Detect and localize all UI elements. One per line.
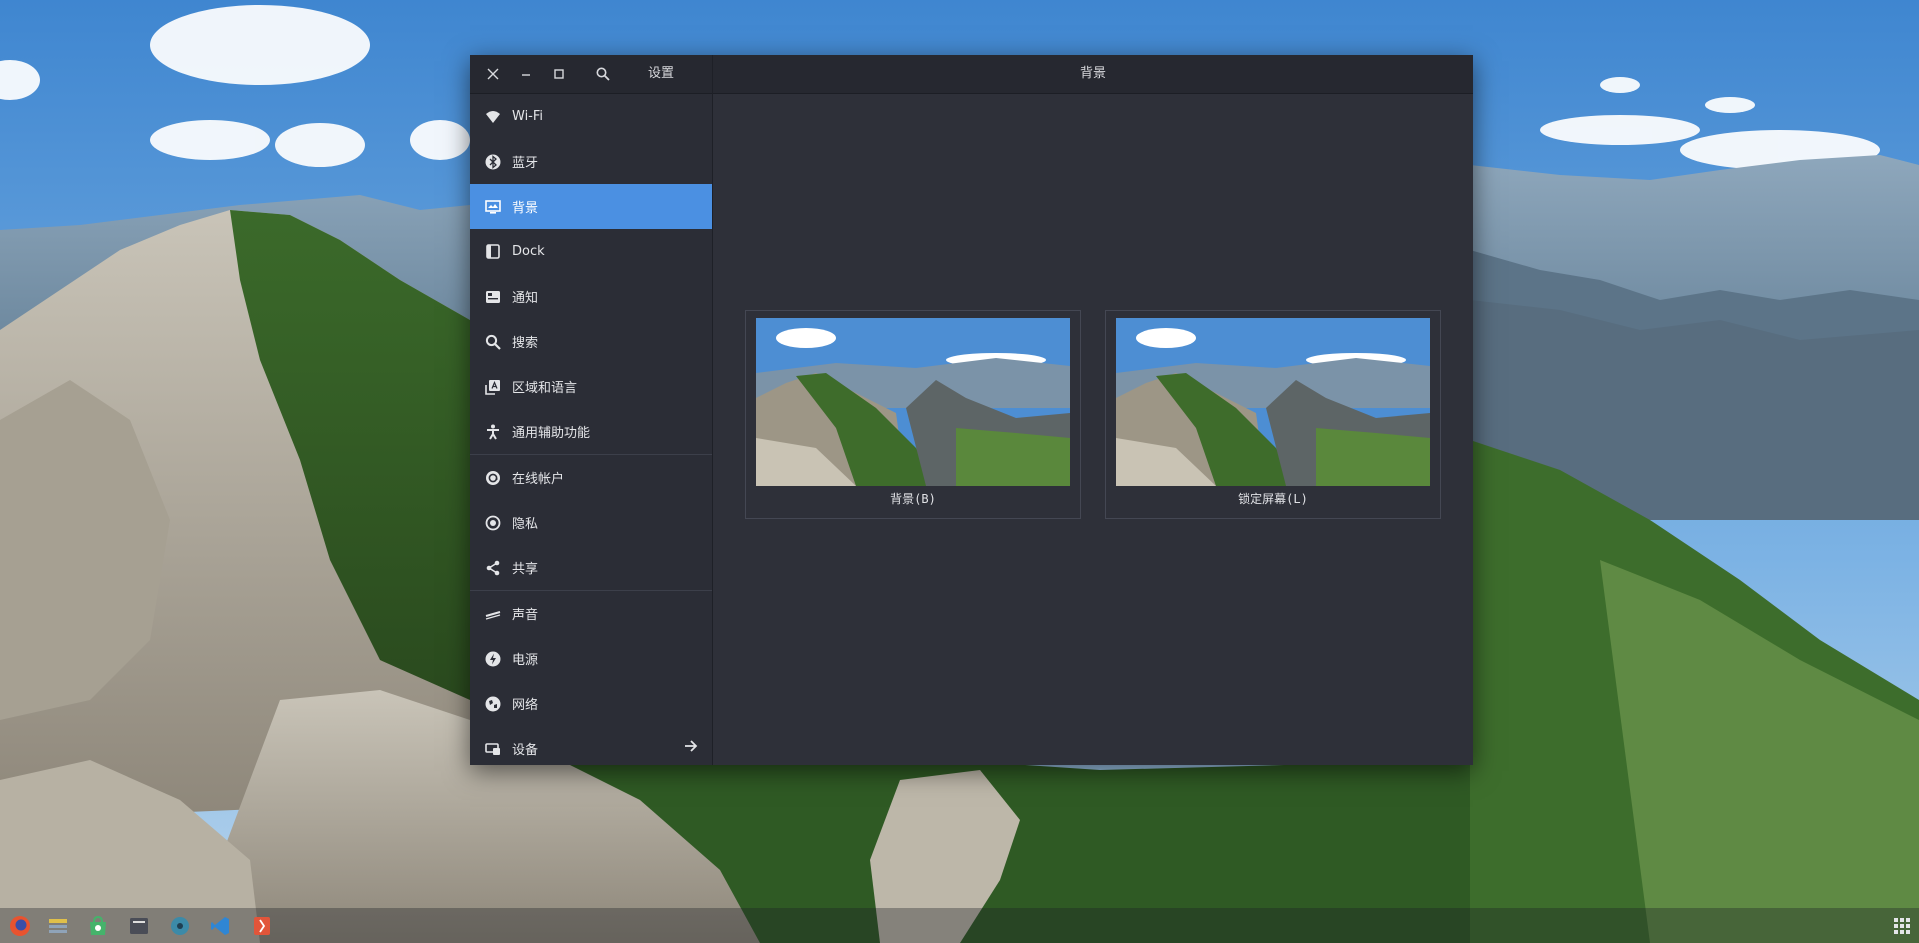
sidebar-item-search[interactable]: 搜索 [470,319,712,364]
sidebar-item-sound[interactable]: 声音 [470,591,712,636]
sidebar-item-power[interactable]: 电源 [470,636,712,681]
sidebar-item-label: 声音 [512,608,539,623]
sidebar-item-network[interactable]: 网络 [470,681,712,726]
close-icon [487,68,499,80]
close-button[interactable] [478,55,508,93]
sidebar-item-label: 通知 [512,291,539,306]
sidebar-item-wifi[interactable]: Wi-Fi [470,94,712,139]
sidebar-item-label: 区域和语言 [512,381,578,396]
background-caption: 背景(B) [890,492,936,506]
arrow-right-icon [684,739,698,757]
firefox-icon[interactable] [8,914,32,938]
sidebar-item-notifications[interactable]: 通知 [470,274,712,319]
search-icon [484,333,502,351]
sidebar-item-region-language[interactable]: 区域和语言 [470,364,712,409]
sidebar-item-accessibility[interactable]: 通用辅助功能 [470,409,712,454]
maximize-icon [554,69,564,79]
sidebar-item-label: 设备 [512,743,539,758]
taskbar [0,908,1919,943]
sidebar-item-online-accounts[interactable]: 在线帐户 [470,455,712,500]
network-icon [484,695,502,713]
sidebar: 设置 Wi-Fi 蓝牙 背景 Dock 通知 搜索 区域和语言 通用辅助功能 在… [470,55,713,765]
sidebar-item-bluetooth[interactable]: 蓝牙 [470,139,712,184]
sidebar-header: 设置 [470,55,712,94]
accessibility-icon [484,423,502,441]
sidebar-item-label: 搜索 [512,336,539,351]
wifi-icon [484,108,502,126]
sidebar-nav: Wi-Fi 蓝牙 背景 Dock 通知 搜索 区域和语言 通用辅助功能 在线帐户… [470,94,712,765]
git-icon[interactable] [250,914,274,938]
sidebar-item-label: 共享 [512,562,539,577]
sidebar-item-devices[interactable]: 设备 [470,726,712,765]
code-editor-icon[interactable] [208,914,232,938]
notification-icon [484,288,502,306]
sidebar-item-sharing[interactable]: 共享 [470,545,712,590]
sidebar-item-label: 网络 [512,698,539,713]
bluetooth-icon [484,153,502,171]
background-card[interactable]: 背景(B) [745,310,1081,519]
settings-window: 设置 Wi-Fi 蓝牙 背景 Dock 通知 搜索 区域和语言 通用辅助功能 在… [470,55,1473,765]
sidebar-item-label: 蓝牙 [512,156,539,171]
maximize-button[interactable] [544,55,574,93]
background-thumbnail [756,318,1070,486]
sound-icon [484,605,502,623]
sidebar-item-label: Wi-Fi [512,109,544,124]
search-button[interactable] [588,55,618,93]
content-header-title: 背景 [713,55,1473,94]
sidebar-title: 设置 [648,66,675,81]
grid-icon[interactable] [1893,917,1911,935]
sidebar-item-label: 隐私 [512,517,539,532]
region-language-icon [484,378,502,396]
online-accounts-icon [484,469,502,487]
lockscreen-card[interactable]: 锁定屏幕(L) [1105,310,1441,519]
search-icon [596,67,610,81]
store-icon[interactable] [86,914,110,938]
minimize-button[interactable] [511,55,541,93]
files-icon[interactable] [46,914,70,938]
sidebar-item-privacy[interactable]: 隐私 [470,500,712,545]
sidebar-item-label: Dock [512,244,545,259]
sidebar-item-label: 背景 [512,201,539,216]
minimize-icon [522,74,530,76]
background-icon [484,198,502,216]
power-icon [484,650,502,668]
sidebar-item-label: 在线帐户 [512,472,565,487]
privacy-icon [484,514,502,532]
sidebar-item-label: 电源 [512,653,539,668]
devices-icon [484,740,502,758]
disk-icon[interactable] [168,914,192,938]
share-icon [484,559,502,577]
lockscreen-caption: 锁定屏幕(L) [1238,492,1308,506]
dock-icon [484,243,502,261]
sidebar-item-label: 通用辅助功能 [512,426,591,441]
folder-icon[interactable] [127,914,151,938]
lockscreen-thumbnail [1116,318,1430,486]
sidebar-item-background[interactable]: 背景 [470,184,712,229]
sidebar-item-dock[interactable]: Dock [470,229,712,274]
